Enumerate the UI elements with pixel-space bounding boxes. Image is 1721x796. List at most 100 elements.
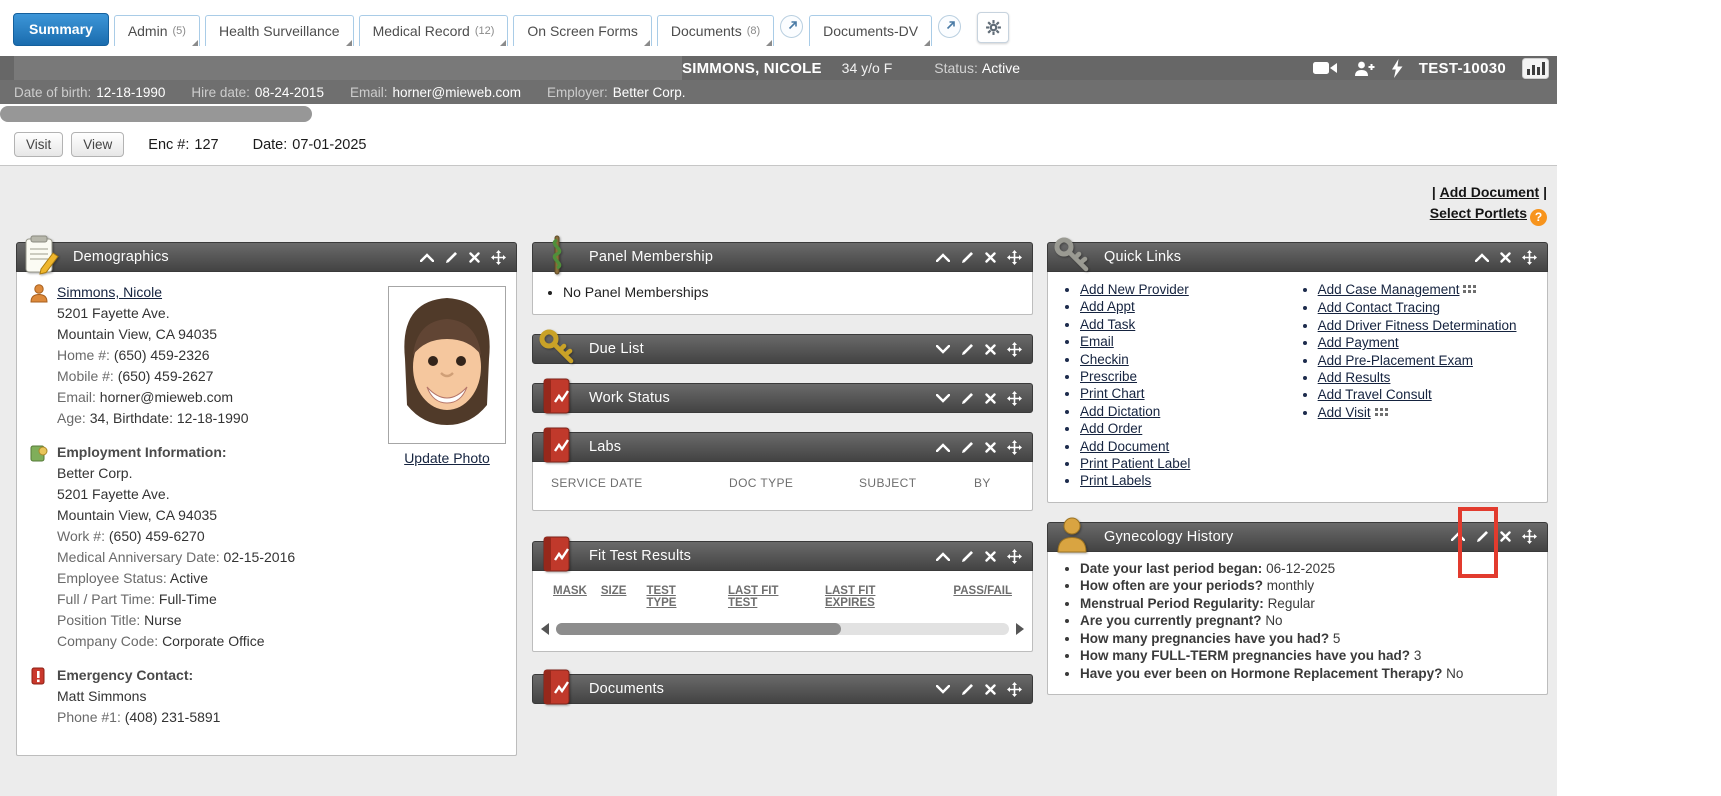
add-pre-placement-exam-link[interactable]: Add Pre-Placement Exam bbox=[1318, 353, 1473, 368]
email-link[interactable]: Email bbox=[1080, 334, 1114, 349]
edit-button[interactable] bbox=[961, 441, 974, 454]
collapse-button[interactable] bbox=[420, 253, 434, 262]
move-handle[interactable] bbox=[1007, 549, 1022, 564]
scroll-left-arrow[interactable] bbox=[541, 623, 549, 635]
add-results-link[interactable]: Add Results bbox=[1318, 370, 1391, 385]
close-button[interactable] bbox=[985, 252, 996, 263]
labs-table-header: SERVICE DATE DOC TYPE SUBJECT BY bbox=[533, 476, 1032, 490]
help-icon[interactable]: ? bbox=[1530, 209, 1547, 226]
popout-documents-button[interactable] bbox=[780, 15, 803, 38]
move-handle[interactable] bbox=[491, 250, 506, 265]
emergency-phone-line: Phone #1: (408) 231-5891 bbox=[57, 707, 220, 728]
add-order-link[interactable]: Add Order bbox=[1080, 421, 1142, 436]
print-chart-link[interactable]: Print Chart bbox=[1080, 386, 1145, 401]
tab-medical-record[interactable]: Medical Record(12) bbox=[359, 15, 509, 46]
add-person-icon[interactable] bbox=[1354, 60, 1375, 77]
tab-summary[interactable]: Summary bbox=[13, 13, 109, 46]
edit-button[interactable] bbox=[961, 683, 974, 696]
collapse-button[interactable] bbox=[936, 253, 950, 262]
move-handle[interactable] bbox=[1522, 529, 1537, 544]
close-button[interactable] bbox=[985, 684, 996, 695]
collapse-button[interactable] bbox=[936, 443, 950, 452]
add-document-link[interactable]: Add Document bbox=[1440, 184, 1540, 200]
add-case-management-link[interactable]: Add Case Management bbox=[1318, 282, 1460, 297]
fit-test-body: MASK SIZE TEST TYPE LAST FIT TEST LAST F… bbox=[532, 571, 1033, 652]
patient-name-link[interactable]: Simmons, Nicole bbox=[57, 284, 162, 300]
add-new-provider-link[interactable]: Add New Provider bbox=[1080, 282, 1189, 297]
close-button[interactable] bbox=[985, 344, 996, 355]
select-portlets-link[interactable]: Select Portlets bbox=[1430, 205, 1527, 221]
popout-arrow-icon bbox=[944, 20, 956, 32]
move-handle[interactable] bbox=[1007, 440, 1022, 455]
checkin-link[interactable]: Checkin bbox=[1080, 352, 1129, 367]
close-button[interactable] bbox=[1500, 531, 1511, 542]
move-handle[interactable] bbox=[1007, 391, 1022, 406]
list-item: Print Labels bbox=[1080, 472, 1296, 489]
close-button[interactable] bbox=[1500, 252, 1511, 263]
settings-gear-button[interactable] bbox=[977, 12, 1009, 43]
patient-banner: SIMMONS, NICOLE 34 y/o F Status:Active T… bbox=[0, 56, 1557, 80]
add-driver-fitness-link[interactable]: Add Driver Fitness Determination bbox=[1318, 318, 1517, 333]
portlet-panel-membership: Panel Membership No Panel Memberships bbox=[532, 242, 1033, 315]
print-labels-link[interactable]: Print Labels bbox=[1080, 473, 1151, 488]
expand-button[interactable] bbox=[936, 685, 950, 694]
edit-button[interactable] bbox=[961, 251, 974, 264]
tab-health-surveillance[interactable]: Health Surveillance bbox=[205, 15, 354, 46]
employer-field: Employer:Better Corp. bbox=[547, 85, 686, 100]
close-button[interactable] bbox=[469, 252, 480, 263]
tab-documents-dv[interactable]: Documents-DV bbox=[809, 15, 932, 46]
tab-admin[interactable]: Admin(5) bbox=[114, 15, 200, 46]
close-button[interactable] bbox=[985, 442, 996, 453]
tab-documents[interactable]: Documents(8) bbox=[657, 15, 774, 46]
header-scrollbar-thumb[interactable] bbox=[0, 106, 312, 122]
flowsheet-chart-icon[interactable] bbox=[1522, 58, 1549, 79]
column-left: Demographics Update Photo bbox=[16, 242, 517, 775]
move-handle[interactable] bbox=[1007, 250, 1022, 265]
video-camera-icon[interactable] bbox=[1313, 60, 1338, 76]
emergency-name-line: Matt Simmons bbox=[57, 686, 220, 707]
edit-button[interactable] bbox=[961, 392, 974, 405]
prescribe-link[interactable]: Prescribe bbox=[1080, 369, 1137, 384]
add-contact-tracing-link[interactable]: Add Contact Tracing bbox=[1318, 300, 1440, 315]
patient-photo bbox=[388, 286, 506, 444]
add-travel-consult-link[interactable]: Add Travel Consult bbox=[1318, 387, 1432, 402]
move-handle[interactable] bbox=[1522, 250, 1537, 265]
add-document-quick-link[interactable]: Add Document bbox=[1080, 439, 1169, 454]
expand-button[interactable] bbox=[936, 394, 950, 403]
close-button[interactable] bbox=[985, 393, 996, 404]
expand-button[interactable] bbox=[936, 345, 950, 354]
move-handle[interactable] bbox=[1007, 682, 1022, 697]
portlet-title: Labs bbox=[589, 439, 621, 455]
close-button[interactable] bbox=[985, 551, 996, 562]
add-visit-link[interactable]: Add Visit bbox=[1318, 405, 1371, 420]
tab-on-screen-forms[interactable]: On Screen Forms bbox=[513, 15, 651, 46]
pipe-separator: | bbox=[1543, 184, 1547, 200]
header-scrollbar[interactable] bbox=[0, 104, 1557, 124]
add-payment-link[interactable]: Add Payment bbox=[1318, 335, 1399, 350]
collapse-button[interactable] bbox=[936, 552, 950, 561]
print-patient-label-link[interactable]: Print Patient Label bbox=[1080, 456, 1190, 471]
visit-button[interactable]: Visit bbox=[14, 132, 63, 157]
empty-panel-membership-item: No Panel Memberships bbox=[563, 282, 1018, 302]
collapse-button[interactable] bbox=[1475, 253, 1489, 262]
employment-heading: Employment Information: bbox=[57, 442, 295, 463]
add-appt-link[interactable]: Add Appt bbox=[1080, 299, 1135, 314]
list-grid-icon[interactable] bbox=[1375, 405, 1388, 422]
dob-field: Date of birth:12-18-1990 bbox=[14, 85, 165, 100]
edit-button[interactable] bbox=[445, 251, 458, 264]
tab-bar: Summary Admin(5) Health Surveillance Med… bbox=[0, 0, 1557, 46]
view-button[interactable]: View bbox=[71, 132, 124, 157]
lightning-bolt-icon[interactable] bbox=[1391, 59, 1403, 78]
add-task-link[interactable]: Add Task bbox=[1080, 317, 1135, 332]
scrollbar-thumb[interactable] bbox=[556, 623, 841, 635]
scroll-right-arrow[interactable] bbox=[1016, 623, 1024, 635]
tab-count: (5) bbox=[173, 25, 186, 37]
edit-button[interactable] bbox=[961, 343, 974, 356]
move-handle[interactable] bbox=[1007, 342, 1022, 357]
edit-button[interactable] bbox=[961, 550, 974, 563]
scrollbar-track[interactable] bbox=[556, 623, 1009, 635]
update-photo-link[interactable]: Update Photo bbox=[404, 450, 490, 466]
add-dictation-link[interactable]: Add Dictation bbox=[1080, 404, 1160, 419]
popout-documents-dv-button[interactable] bbox=[938, 15, 961, 38]
list-grid-icon[interactable] bbox=[1463, 282, 1476, 299]
